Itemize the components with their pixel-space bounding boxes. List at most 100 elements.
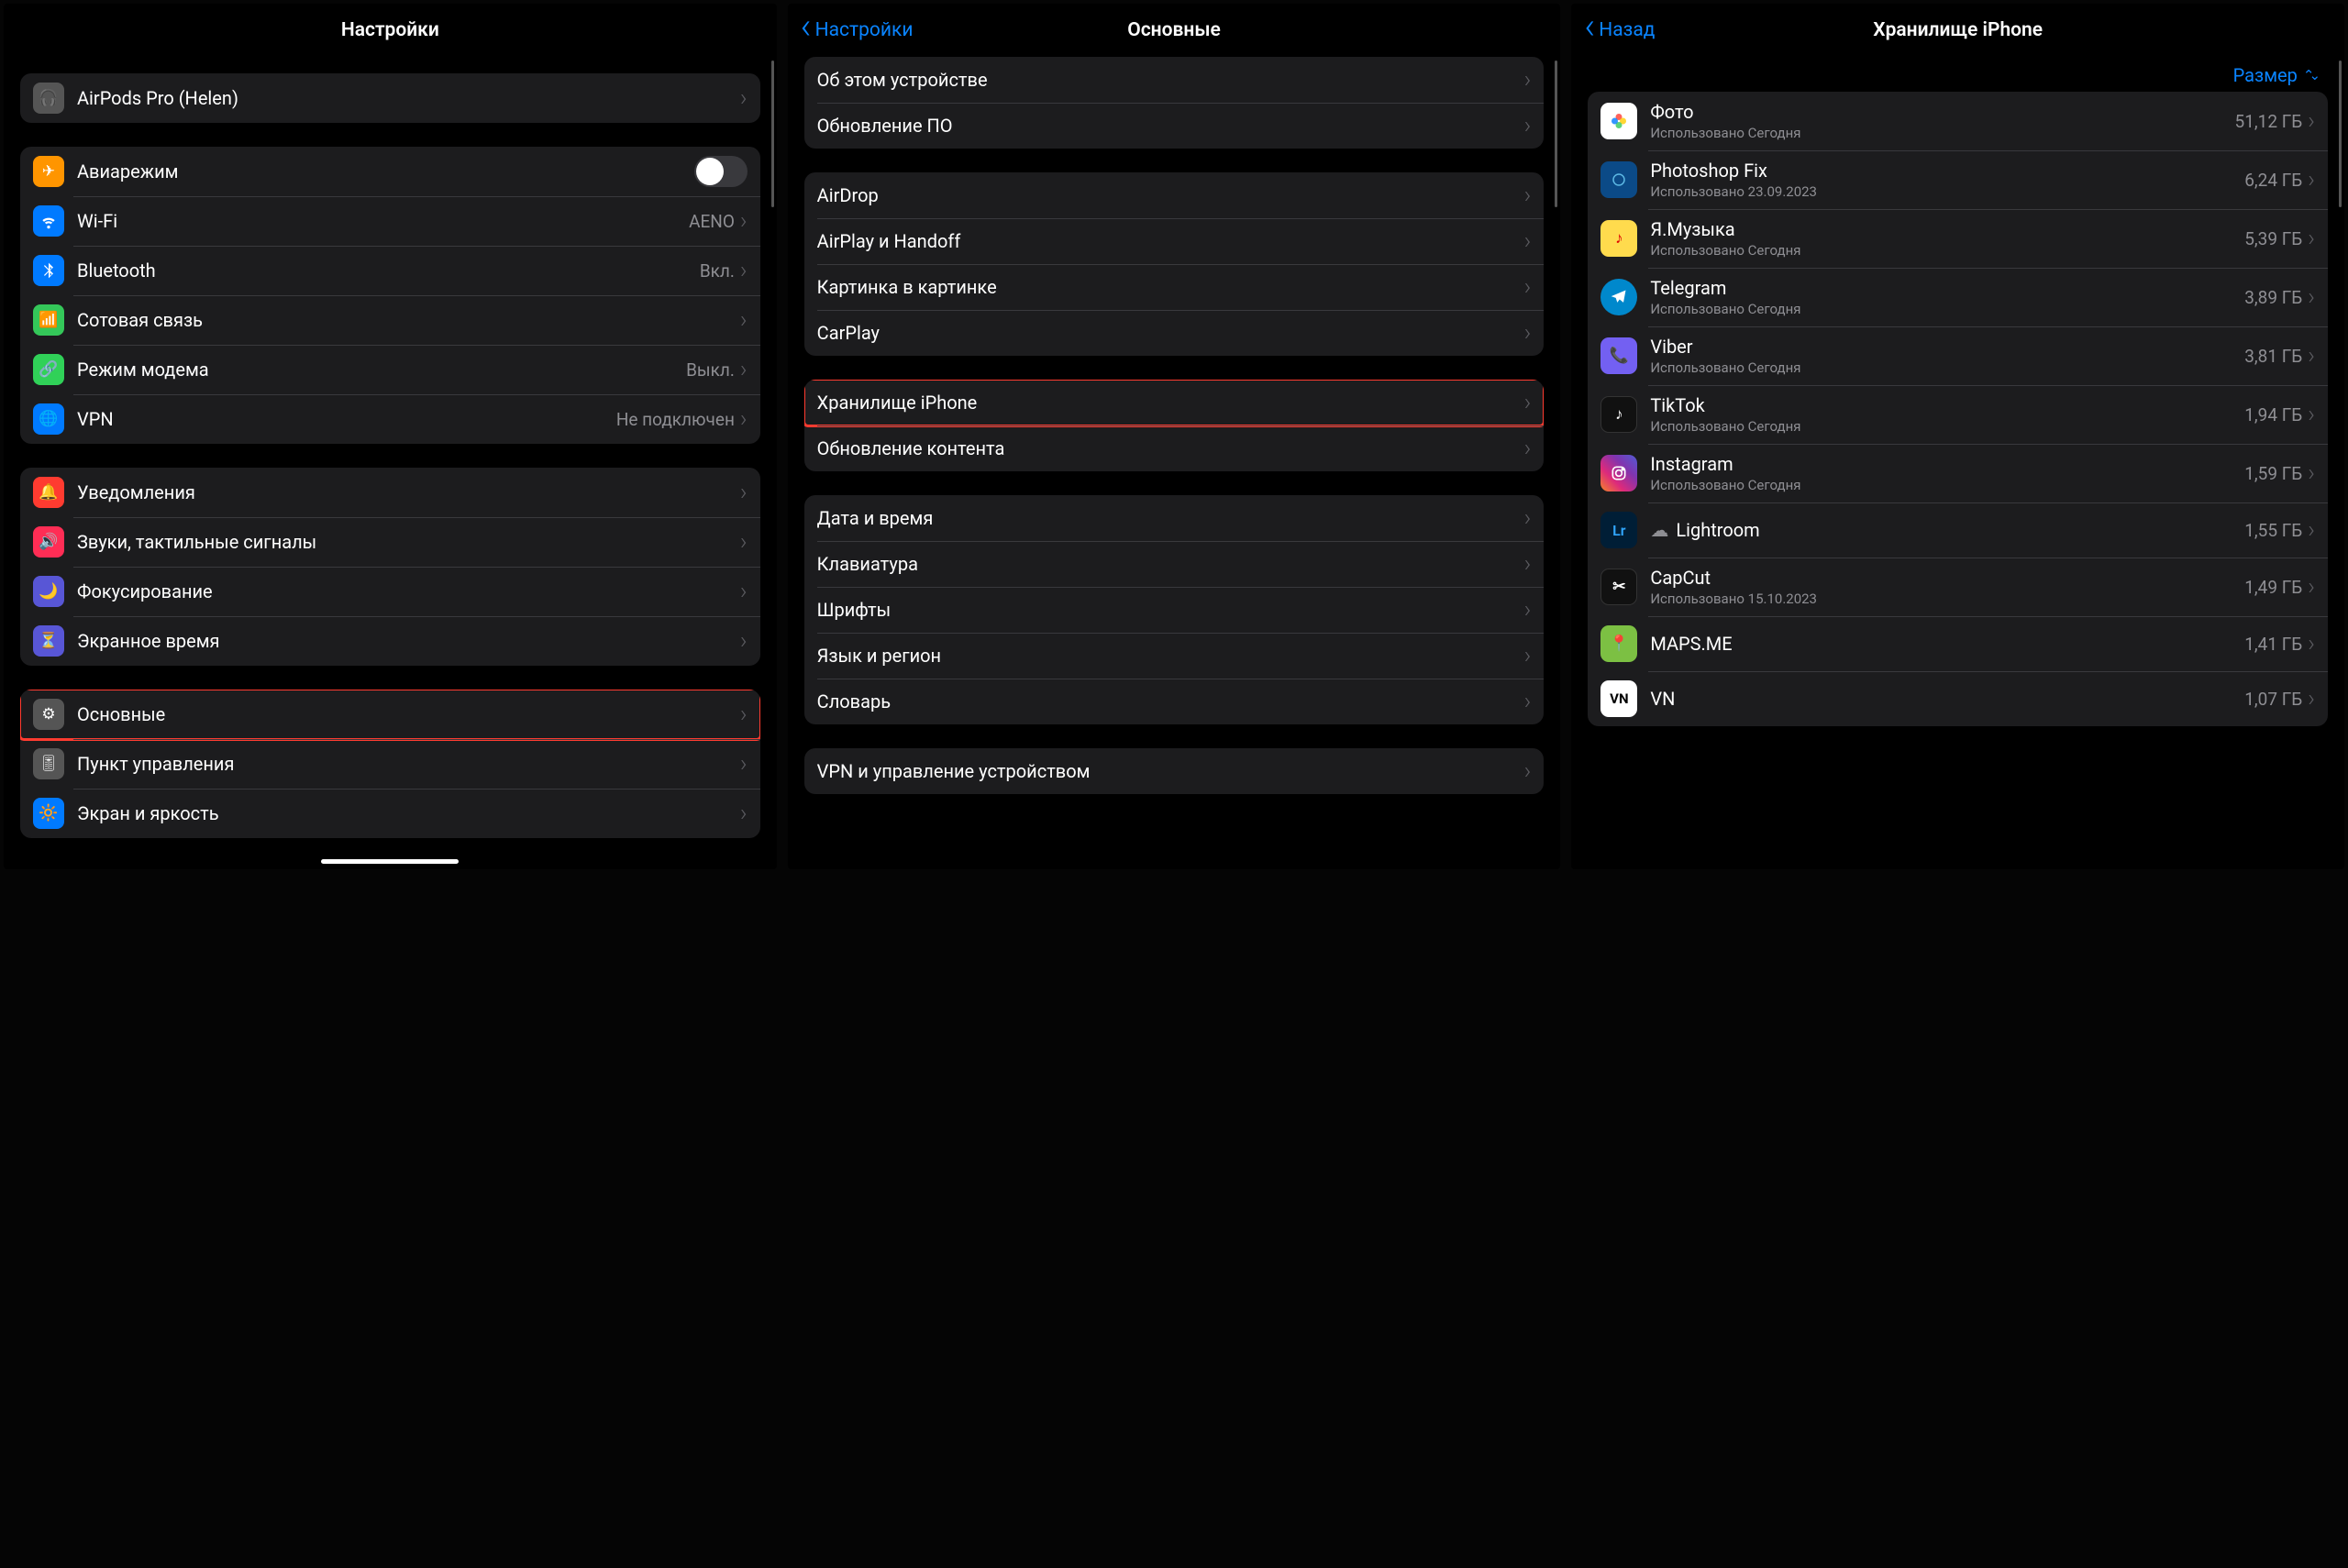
app-name: Instagram [1650, 453, 2244, 475]
bell-icon: 🔔 [33, 477, 64, 508]
app-size: 6,24 ГБ [2244, 170, 2302, 191]
label-stack: CapCutИспользовано 15.10.2023 [1650, 567, 2244, 607]
scrollbar[interactable] [2339, 61, 2342, 207]
storage-row[interactable]: VNVN1,07 ГБ [1588, 671, 2328, 726]
storage-row[interactable]: TelegramИспользовано Сегодня3,89 ГБ [1588, 268, 2328, 326]
label: Картинка в картинке [817, 276, 1524, 298]
row-hotspot[interactable]: 🔗 Режим модема Выкл. [20, 345, 760, 394]
row-dictionary[interactable]: Словарь [804, 679, 1545, 724]
row-language[interactable]: Язык и регион [804, 633, 1545, 679]
app-icon: ♪ [1600, 220, 1637, 257]
row-screentime[interactable]: ⏳ Экранное время [20, 616, 760, 666]
storage-row[interactable]: 📞ViberИспользовано Сегодня3,81 ГБ [1588, 326, 2328, 385]
row-notifications[interactable]: 🔔 Уведомления [20, 468, 760, 517]
row-software-update[interactable]: Обновление ПО [804, 103, 1545, 149]
storage-row[interactable]: ФотоИспользовано Сегодня51,12 ГБ [1588, 92, 2328, 150]
app-name: Photoshop Fix [1650, 160, 2244, 182]
row-pip[interactable]: Картинка в картинке [804, 264, 1545, 310]
row-sounds[interactable]: 🔊 Звуки, тактильные сигналы [20, 517, 760, 567]
label: Словарь [817, 690, 1524, 712]
app-name: Telegram [1650, 277, 2244, 299]
storage-row[interactable]: ✂ CapCutИспользовано 15.10.20231,49 ГБ [1588, 558, 2328, 616]
app-size: 1,49 ГБ [2244, 577, 2302, 598]
row-keyboard[interactable]: Клавиатура [804, 541, 1545, 587]
app-sub: Использовано Сегодня [1650, 301, 2244, 317]
label-stack: Telegram Использовано Сегодня [1650, 277, 2244, 317]
storage-row[interactable]: Photoshop FixИспользовано 23.09.20236,24… [1588, 150, 2328, 209]
back-label: Настройки [815, 19, 914, 41]
label: Дата и время [817, 507, 1524, 529]
label: Wi-Fi [77, 210, 689, 232]
app-sub: Использовано 23.09.2023 [1650, 183, 2244, 200]
brightness-icon: 🔆 [33, 798, 64, 829]
app-size: 1,59 ГБ [2244, 463, 2302, 484]
scrollbar[interactable] [1555, 61, 1557, 207]
sort-button[interactable]: Размер ⌃⌄ [1588, 57, 2328, 92]
app-size: 1,55 ГБ [2244, 520, 2302, 541]
row-iphone-storage[interactable]: Хранилище iPhone [804, 380, 1545, 425]
row-cellular[interactable]: 📶 Сотовая связь [20, 295, 760, 345]
label: Шрифты [817, 599, 1524, 621]
label: Хранилище iPhone [817, 392, 1524, 414]
label: Bluetooth [77, 259, 700, 282]
storage-row[interactable]: Lr☁Lightroom1,55 ГБ [1588, 502, 2328, 558]
airpods-icon: 🎧 [33, 83, 64, 114]
storage-row[interactable]: ♪TikTokИспользовано Сегодня1,94 ГБ [1588, 385, 2328, 444]
row-vpn-device[interactable]: VPN и управление устройством [804, 748, 1545, 794]
row-wifi[interactable]: Wi-Fi AENO [20, 196, 760, 246]
row-airplay[interactable]: AirPlay и Handoff [804, 218, 1545, 264]
app-size: 1,07 ГБ [2244, 689, 2302, 710]
content: Размер ⌃⌄ ФотоИспользовано Сегодня51,12 … [1571, 57, 2344, 869]
storage-row[interactable]: ♪Я.МузыкаИспользовано Сегодня5,39 ГБ [1588, 209, 2328, 268]
content: Об этом устройстве Обновление ПО AirDrop… [788, 57, 1561, 869]
storage-row[interactable]: Instagram Использовано Сегодня1,59 ГБ [1588, 444, 2328, 502]
label-stack: ViberИспользовано Сегодня [1650, 336, 2244, 376]
label: Об этом устройстве [817, 69, 1524, 91]
label: VPN и управление устройством [817, 760, 1524, 782]
row-general[interactable]: ⚙ Основные [20, 690, 760, 739]
row-control-center[interactable]: 🎚 Пункт управления [20, 739, 760, 789]
app-sub: Использовано Сегодня [1650, 125, 2234, 141]
app-icon: VN [1600, 680, 1637, 717]
home-indicator[interactable] [321, 859, 459, 864]
row-display[interactable]: 🔆 Экран и яркость [20, 789, 760, 838]
label: Экранное время [77, 630, 740, 652]
app-sub: Использовано Сегодня [1650, 477, 2244, 493]
app-icon: ✂ [1600, 569, 1637, 605]
row-airpods[interactable]: 🎧 AirPods Pro (Helen) [20, 73, 760, 123]
back-button[interactable]: Настройки [801, 19, 914, 41]
value: Выкл. [686, 359, 735, 381]
page-title: Основные [1127, 19, 1221, 41]
row-bluetooth[interactable]: Bluetooth Вкл. [20, 246, 760, 295]
page-title: Хранилище iPhone [1873, 19, 2043, 41]
app-icon: 📍 [1600, 625, 1637, 662]
row-carplay[interactable]: CarPlay [804, 310, 1545, 356]
app-icon [1600, 161, 1637, 198]
app-name: Фото [1650, 101, 2234, 123]
back-button[interactable]: Назад [1584, 19, 1655, 41]
label: Клавиатура [817, 553, 1524, 575]
row-vpn[interactable]: 🌐 VPN Не подключен [20, 394, 760, 444]
row-background-refresh[interactable]: Обновление контента [804, 425, 1545, 471]
label-stack: Instagram Использовано Сегодня [1650, 453, 2244, 493]
row-date-time[interactable]: Дата и время [804, 495, 1545, 541]
row-fonts[interactable]: Шрифты [804, 587, 1545, 633]
row-about[interactable]: Об этом устройстве [804, 57, 1545, 103]
airplane-toggle[interactable] [694, 156, 748, 187]
row-focus[interactable]: 🌙 Фокусирование [20, 567, 760, 616]
app-size: 1,41 ГБ [2244, 634, 2302, 655]
screen-general: Настройки Основные Об этом устройстве Об… [788, 4, 1561, 869]
speaker-icon: 🔊 [33, 526, 64, 558]
label: Авиарежим [77, 160, 694, 182]
header: Настройки Основные [788, 4, 1561, 57]
row-airplane[interactable]: ✈ Авиарежим [20, 147, 760, 196]
row-airdrop[interactable]: AirDrop [804, 172, 1545, 218]
antenna-icon: 📶 [33, 304, 64, 336]
storage-row[interactable]: 📍MAPS.ME1,41 ГБ [1588, 616, 2328, 671]
app-sub: Использовано Сегодня [1650, 418, 2244, 435]
screen-storage: Назад Хранилище iPhone Размер ⌃⌄ Фото Исп… [1571, 4, 2344, 869]
label: VPN [77, 408, 616, 430]
label: Язык и регион [817, 645, 1524, 667]
app-icon [1600, 455, 1637, 491]
scrollbar[interactable] [771, 61, 774, 207]
